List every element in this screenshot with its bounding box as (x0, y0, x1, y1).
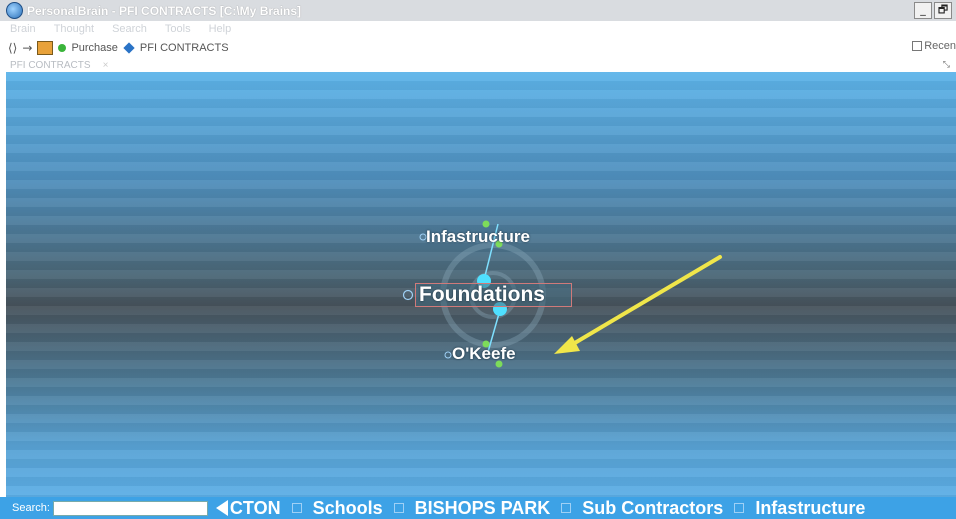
recent-thought-cton[interactable]: CTON (230, 498, 281, 519)
breadcrumb-purchase[interactable]: Purchase (71, 42, 117, 54)
thought-okeefe[interactable]: O'Keefe (452, 344, 516, 364)
recent-thought-sub-contractors[interactable]: Sub Contractors (582, 498, 723, 519)
jump-gate-foundations[interactable] (402, 289, 414, 301)
menu-tools[interactable]: Tools (165, 21, 191, 37)
arrowhead-icon (554, 336, 580, 354)
checkbox-icon (912, 41, 923, 51)
title-bar: PersonalBrain - PFI CONTRACTS [C:\My Bra… (0, 0, 956, 21)
window-title: PersonalBrain - PFI CONTRACTS [C:\My Bra… (27, 3, 302, 18)
menu-bar: Brain Thought Search Tools Help (0, 21, 956, 37)
menu-search[interactable]: Search (112, 21, 147, 37)
recent-thought-bishops-park[interactable]: BISHOPS PARK (415, 498, 551, 519)
window-controls: _ 🗗 (914, 2, 952, 19)
back-icon[interactable]: ⟨⟩ (8, 41, 17, 55)
separator-icon (291, 503, 302, 513)
home-icon[interactable] (37, 40, 54, 55)
brain-canvas[interactable]: Infastructure Foundations O'Keefe (6, 72, 956, 497)
recent-thought-infastructure[interactable]: Infastructure (755, 498, 865, 519)
separator-icon (393, 503, 404, 513)
breadcrumb-pfi-contracts[interactable]: PFI CONTRACTS (140, 42, 229, 54)
separator-icon (561, 503, 572, 513)
menu-brain[interactable]: Brain (10, 21, 36, 37)
diamond-thought-icon (123, 41, 135, 54)
yellow-arrow-icon (566, 255, 722, 349)
thought-foundations[interactable]: Foundations (419, 283, 545, 307)
thought-infastructure[interactable]: Infastructure (426, 227, 530, 247)
tab-close-icon[interactable]: × (103, 60, 109, 71)
separator-icon (734, 503, 745, 513)
recent-thought-schools[interactable]: Schools (313, 498, 383, 519)
scroll-left-icon[interactable] (215, 500, 228, 516)
menu-help[interactable]: Help (209, 21, 232, 37)
search-label: Search: (12, 502, 50, 514)
recent-thoughts-strip: CTON Schools BISHOPS PARK Sub Contractor… (215, 498, 865, 519)
brain-app-icon (6, 2, 23, 19)
green-thought-icon (58, 43, 67, 52)
minimize-button[interactable]: _ (914, 2, 932, 19)
toolbar: ⟨⟩ → Purchase PFI CONTRACTS (0, 37, 956, 58)
jump-gate-okeefe[interactable] (444, 351, 452, 359)
menu-thought[interactable]: Thought (54, 21, 94, 37)
search-input[interactable] (52, 500, 208, 516)
restore-button[interactable]: 🗗 (934, 2, 952, 19)
tab-pfi-contracts[interactable]: PFI CONTRACTS (10, 60, 91, 71)
recent-toggle[interactable]: Recen (912, 40, 956, 52)
forward-icon[interactable]: → (22, 41, 32, 55)
recent-label: Recen (924, 40, 956, 52)
expand-icon[interactable]: ⤡ (943, 59, 950, 70)
tab-bar: PFI CONTRACTS × (0, 58, 956, 72)
plex-status-bar: Search: CTON Schools BISHOPS PARK Sub Co… (0, 497, 956, 519)
